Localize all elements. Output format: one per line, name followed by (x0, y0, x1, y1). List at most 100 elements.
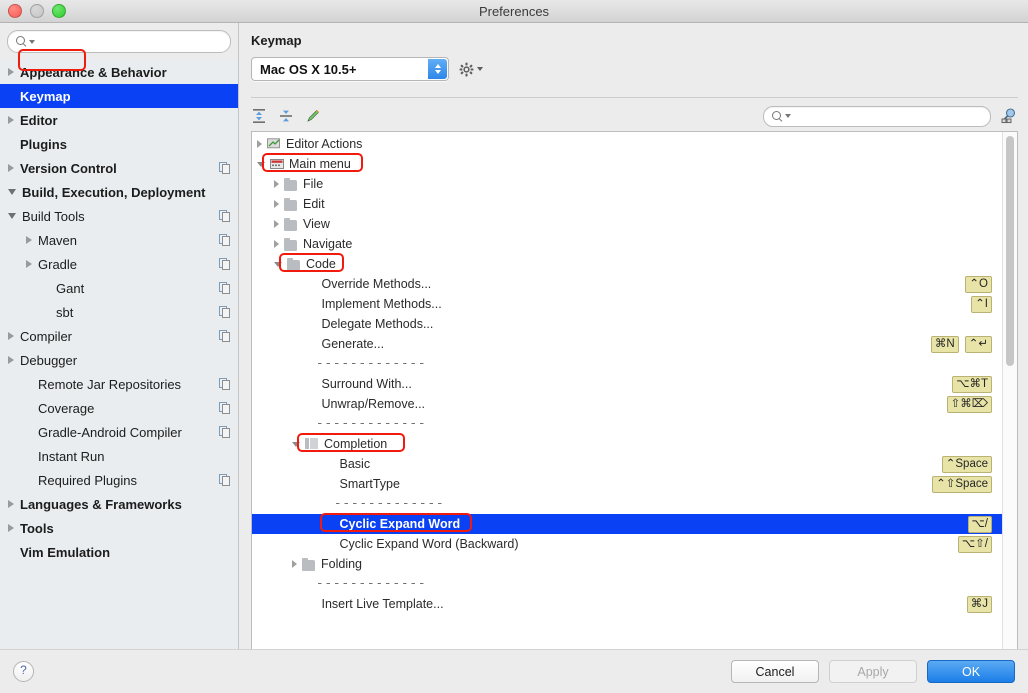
action-row-basic[interactable]: Basic ⌃Space (252, 454, 1002, 474)
chevron-down-icon[interactable] (274, 261, 282, 267)
apply-button[interactable]: Apply (829, 660, 917, 683)
spacer-icon (292, 321, 298, 327)
gear-icon (459, 62, 474, 76)
folder-icon (284, 237, 298, 251)
chevron-right-icon[interactable] (274, 200, 279, 208)
minimize-button[interactable] (30, 4, 44, 18)
action-row-insert-live-template[interactable]: Insert Live Template... ⌘J (252, 594, 1002, 614)
chevron-right-icon[interactable] (8, 500, 14, 508)
chevron-right-icon[interactable] (8, 356, 14, 364)
chevron-right-icon[interactable] (8, 68, 14, 76)
find-by-shortcut-icon[interactable] (1000, 107, 1018, 125)
action-label: Code (306, 257, 336, 271)
chevron-down-icon[interactable] (292, 441, 300, 447)
sidebar-item-plugins[interactable]: Plugins (0, 132, 238, 156)
sidebar-item-label: sbt (56, 304, 74, 320)
chevron-right-icon[interactable] (274, 240, 279, 248)
sidebar-item-coverage[interactable]: Coverage (0, 396, 238, 420)
action-row-cyclic-expand-word[interactable]: Cyclic Expand Word ⌥/ (252, 514, 1002, 534)
help-button[interactable]: ? (13, 661, 34, 682)
chevron-down-icon[interactable] (257, 161, 265, 167)
sidebar-item-maven[interactable]: Maven (0, 228, 238, 252)
chevron-right-icon[interactable] (26, 260, 32, 268)
spacer-icon (292, 341, 298, 347)
actions-scrollbar-thumb[interactable] (1006, 136, 1014, 366)
sidebar-item-languages-frameworks[interactable]: Languages & Frameworks (0, 492, 238, 516)
project-scope-icon (219, 330, 230, 342)
expand-all-icon[interactable] (251, 108, 267, 124)
chevron-right-icon[interactable] (274, 180, 279, 188)
sidebar-item-gradle-android-compiler[interactable]: Gradle-Android Compiler (0, 420, 238, 444)
sidebar-item-label: Debugger (20, 352, 78, 368)
sidebar-search-input[interactable] (38, 34, 222, 49)
action-label: Main menu (289, 157, 351, 171)
sidebar-item-instant-run[interactable]: Instant Run (0, 444, 238, 468)
action-row-code[interactable]: Code (252, 254, 1002, 274)
folder-icon (302, 557, 316, 571)
chevron-right-icon[interactable] (8, 116, 14, 124)
sidebar-item-keymap[interactable]: Keymap (0, 84, 238, 108)
sidebar-item-debugger[interactable]: Debugger (0, 348, 238, 372)
action-row-delegate-methods[interactable]: Delegate Methods... (252, 314, 1002, 334)
action-row-folding[interactable]: Folding (252, 554, 1002, 574)
action-row-navigate[interactable]: Navigate (252, 234, 1002, 254)
ok-button[interactable]: OK (927, 660, 1015, 683)
action-row-implement-methods[interactable]: Implement Methods... ⌃I (252, 294, 1002, 314)
actions-search-box[interactable] (763, 105, 991, 127)
sidebar-item-build-execution-deployment[interactable]: Build, Execution, Deployment (0, 180, 238, 204)
sidebar-item-label: Vim Emulation (20, 544, 111, 560)
keymap-options-button[interactable] (459, 62, 483, 77)
action-row-generate[interactable]: Generate... ⌘N ⌃↵ (252, 334, 1002, 354)
sidebar-item-vim-emulation[interactable]: Vim Emulation (0, 540, 238, 564)
action-row-unwrap-remove[interactable]: Unwrap/Remove... ⇧⌘⌦ (252, 394, 1002, 414)
action-row-edit[interactable]: Edit (252, 194, 1002, 214)
chevron-right-icon[interactable] (257, 140, 262, 148)
collapse-all-icon[interactable] (278, 108, 294, 124)
sidebar-item-required-plugins[interactable]: Required Plugins (0, 468, 238, 492)
sidebar-item-appearance-behavior[interactable]: Appearance & Behavior (0, 60, 238, 84)
chevron-down-icon[interactable] (8, 213, 16, 219)
sidebar-search-box[interactable] (7, 30, 231, 53)
action-label: Edit (303, 197, 325, 211)
spacer-icon (26, 477, 32, 483)
chevron-right-icon[interactable] (26, 236, 32, 244)
sidebar-item-editor[interactable]: Editor (0, 108, 238, 132)
chevron-right-icon[interactable] (292, 560, 297, 568)
action-row-surround-with[interactable]: Surround With... ⌥⌘T (252, 374, 1002, 394)
sidebar-item-build-tools[interactable]: Build Tools (0, 204, 238, 228)
sidebar-item-compiler[interactable]: Compiler (0, 324, 238, 348)
preferences-window: Preferences Appearance & Behavior Keymap E… (0, 0, 1028, 693)
chevron-right-icon[interactable] (8, 164, 14, 172)
sidebar-item-label: Required Plugins (38, 472, 138, 488)
keymap-select[interactable]: Mac OS X 10.5+ (251, 57, 449, 81)
chevron-right-icon[interactable] (274, 220, 279, 228)
action-row-cyclic-expand-word-backward[interactable]: Cyclic Expand Word (Backward) ⌥⇧/ (252, 534, 1002, 554)
action-row-view[interactable]: View (252, 214, 1002, 234)
sidebar-item-version-control[interactable]: Version Control (0, 156, 238, 180)
spacer-icon (321, 458, 335, 471)
spacer-icon (310, 461, 316, 467)
action-row-override-methods[interactable]: Override Methods... ⌃O (252, 274, 1002, 294)
actions-search-input[interactable] (794, 109, 982, 123)
keymap-select-stepper[interactable] (428, 59, 447, 79)
sidebar-item-gradle[interactable]: Gradle (0, 252, 238, 276)
sidebar-item-remote-jar-repositories[interactable]: Remote Jar Repositories (0, 372, 238, 396)
sidebar-item-gant[interactable]: Gant (0, 276, 238, 300)
action-row-file[interactable]: File (252, 174, 1002, 194)
sidebar-item-tools[interactable]: Tools (0, 516, 238, 540)
action-row-smarttype[interactable]: SmartType ⌃⇧Space (252, 474, 1002, 494)
action-label: Unwrap/Remove... (321, 397, 426, 411)
zoom-button[interactable] (52, 4, 66, 18)
chevron-right-icon[interactable] (8, 524, 14, 532)
sidebar-item-sbt[interactable]: sbt (0, 300, 238, 324)
action-row-editor-actions[interactable]: Editor Actions (252, 134, 1002, 154)
action-row-main-menu[interactable]: Main menu (252, 154, 1002, 174)
close-button[interactable] (8, 4, 22, 18)
cancel-button[interactable]: Cancel (731, 660, 819, 683)
chevron-down-icon[interactable] (8, 189, 16, 195)
action-row-completion[interactable]: Completion (252, 434, 1002, 454)
actions-scrollbar[interactable] (1002, 132, 1017, 649)
chevron-right-icon[interactable] (8, 332, 14, 340)
spacer-icon (303, 298, 317, 311)
edit-pencil-icon[interactable] (305, 108, 321, 124)
